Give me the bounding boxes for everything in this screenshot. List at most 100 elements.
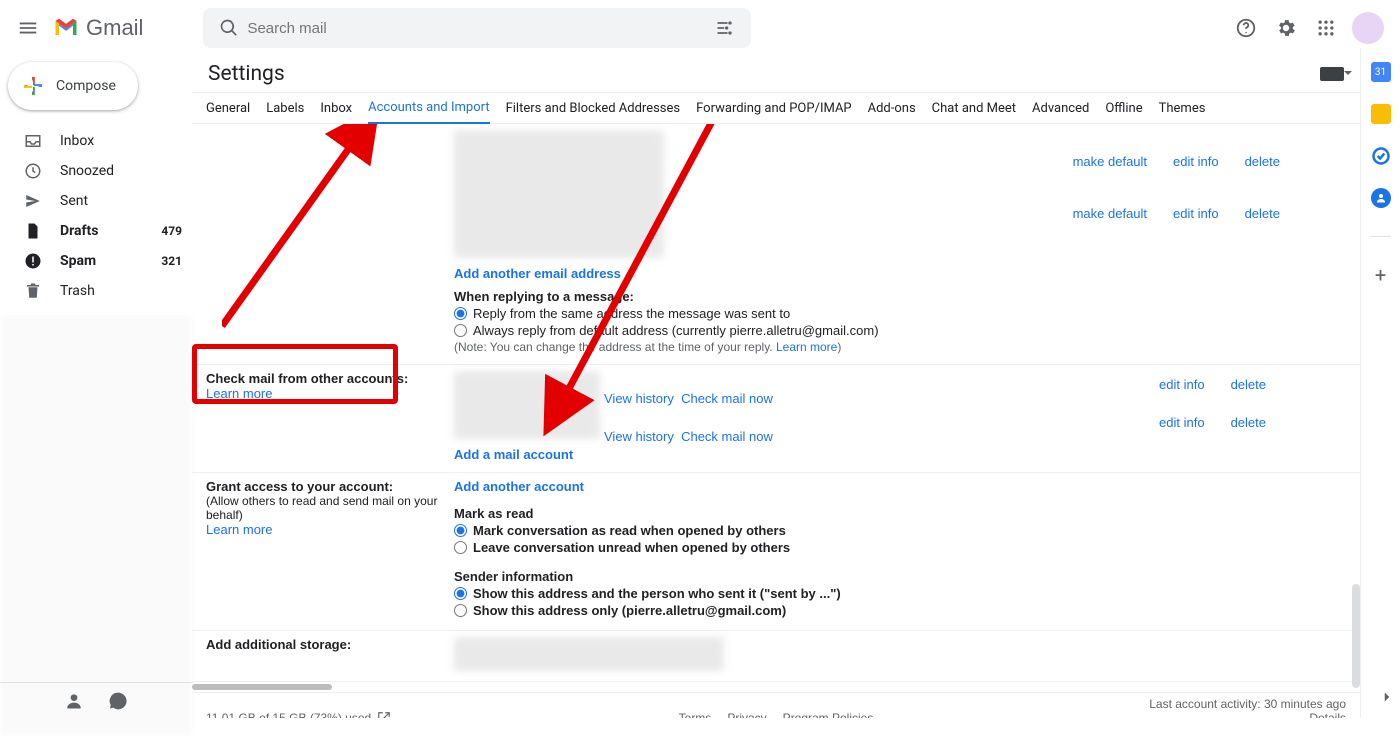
hangouts-person-icon[interactable] — [64, 691, 84, 711]
show-address-only-option[interactable]: Show this address only (pierre.alletru@g… — [454, 603, 1346, 618]
pop-edit-info-link[interactable]: edit info — [1159, 377, 1205, 392]
sidebar-item-inbox[interactable]: Inbox — [0, 126, 192, 156]
bang-icon — [24, 252, 42, 270]
sidebar-item-label: Snoozed — [60, 163, 114, 179]
reply-learn-more-link[interactable]: Learn more — [776, 340, 837, 354]
reply-heading: When replying to a message: — [454, 289, 1346, 304]
sidebar-item-count: 321 — [161, 254, 182, 268]
search-icon[interactable] — [211, 10, 247, 46]
tasks-addon-icon[interactable] — [1371, 146, 1391, 166]
sidebar-item-drafts[interactable]: Drafts479 — [0, 216, 192, 246]
clock-icon — [24, 162, 42, 180]
storage-usage: 11.01 GB of 15 GB (73%) used — [206, 711, 371, 718]
file-icon — [24, 222, 42, 240]
input-tools-toggle[interactable] — [1320, 67, 1344, 81]
support-icon[interactable] — [1228, 10, 1264, 46]
policies-link[interactable]: Program Policies — [783, 711, 874, 718]
checkmail-learn-more-link[interactable]: Learn more — [206, 386, 272, 401]
sidebar-item-trash[interactable]: Trash — [0, 276, 192, 306]
view-history-link-2[interactable]: View history — [604, 429, 674, 444]
mark-as-read-heading: Mark as read — [454, 506, 1346, 521]
storage-content-blurred — [454, 637, 724, 671]
reply-note: (Note: You can change the address at the… — [454, 340, 1346, 354]
add-storage-label: Add additional storage: — [206, 637, 351, 652]
tab-accounts-and-import[interactable]: Accounts and Import — [368, 92, 489, 124]
gmail-logo[interactable]: Gmail — [52, 14, 143, 42]
sidebar-item-count: 479 — [161, 224, 182, 238]
leave-unread-option[interactable]: Leave conversation unread when opened by… — [454, 540, 1346, 555]
vertical-scrollbar[interactable] — [1352, 584, 1360, 688]
page-title: Settings — [208, 62, 285, 86]
tab-chat-and-meet[interactable]: Chat and Meet — [932, 101, 1016, 116]
check-mail-now-link[interactable]: Check mail now — [681, 391, 773, 406]
compose-button[interactable]: Compose — [8, 62, 138, 110]
add-email-address-link[interactable]: Add another email address — [454, 266, 621, 281]
settings-tabs: General Labels Inbox Accounts and Import Fil… — [192, 92, 1360, 124]
tab-filters-and-blocked-addresses[interactable]: Filters and Blocked Addresses — [506, 101, 681, 116]
check-mail-now-link-2[interactable]: Check mail now — [681, 429, 773, 444]
sidebar-item-snoozed[interactable]: Snoozed — [0, 156, 192, 186]
compose-label: Compose — [56, 78, 116, 94]
sender-info-heading: Sender information — [454, 569, 1346, 584]
plus-icon — [22, 75, 44, 97]
sendas-make-default-link[interactable]: make default — [1073, 154, 1147, 169]
tab-add-ons[interactable]: Add-ons — [868, 101, 916, 116]
sendas-delete-link[interactable]: delete — [1245, 154, 1280, 169]
contacts-addon-icon[interactable] — [1371, 188, 1391, 208]
product-name: Gmail — [86, 15, 143, 41]
tab-offline[interactable]: Offline — [1105, 101, 1142, 116]
pop-delete-link[interactable]: delete — [1231, 377, 1266, 392]
inbox-icon — [24, 132, 42, 150]
trash-icon — [24, 282, 42, 300]
apps-grid-icon[interactable] — [1308, 10, 1344, 46]
open-storage-icon[interactable] — [377, 711, 391, 718]
pop-delete-link-2[interactable]: delete — [1231, 415, 1266, 430]
sidebar-item-sent[interactable]: Sent — [0, 186, 192, 216]
sidebar-item-label: Spam — [60, 253, 96, 269]
sidebar-labels-blurred — [0, 316, 192, 736]
sidebar-item-spam[interactable]: Spam 321 — [0, 246, 192, 276]
view-history-link[interactable]: View history — [604, 391, 674, 406]
account-avatar[interactable] — [1352, 12, 1384, 44]
keep-addon-icon[interactable] — [1371, 104, 1391, 124]
search-input[interactable] — [247, 20, 707, 37]
gmail-icon — [52, 14, 80, 42]
tab-general[interactable]: General — [206, 101, 250, 116]
pop-account-blurred — [454, 371, 600, 439]
privacy-link[interactable]: Privacy — [727, 711, 766, 718]
sidebar-item-label: Sent — [60, 193, 88, 209]
checkmail-label: Check mail from other accounts: — [206, 371, 408, 386]
tab-labels[interactable]: Labels — [266, 101, 304, 116]
details-link[interactable]: Details — [1309, 711, 1346, 718]
reply-default-address-option[interactable]: Always reply from default address (curre… — [454, 323, 1346, 338]
tab-inbox[interactable]: Inbox — [320, 101, 352, 116]
horizontal-scrollbar[interactable] — [192, 682, 1360, 692]
terms-link[interactable]: Terms — [679, 711, 712, 718]
sendas-edit-info-link[interactable]: edit info — [1173, 154, 1219, 169]
get-addons-button[interactable]: + — [1375, 265, 1386, 285]
search-bar[interactable] — [203, 8, 751, 48]
send-icon — [24, 192, 42, 210]
add-another-account-link[interactable]: Add another account — [454, 479, 584, 494]
sendas-delete-link-2[interactable]: delete — [1245, 206, 1280, 221]
sendas-make-default-link-2[interactable]: make default — [1073, 206, 1147, 221]
sendas-edit-info-link-2[interactable]: edit info — [1173, 206, 1219, 221]
main-menu-button[interactable] — [8, 8, 48, 48]
grant-access-label: Grant access to your account: — [206, 479, 393, 494]
settings-gear-icon[interactable] — [1268, 10, 1304, 46]
search-options-icon[interactable] — [707, 10, 743, 46]
hangouts-chat-icon[interactable] — [108, 691, 128, 711]
reply-same-address-option[interactable]: Reply from the same address the message … — [454, 306, 1346, 321]
add-mail-account-link[interactable]: Add a mail account — [454, 447, 573, 462]
show-sent-by-option[interactable]: Show this address and the person who sen… — [454, 586, 1346, 601]
sidebar-item-label: Trash — [60, 283, 95, 299]
pop-edit-info-link-2[interactable]: edit info — [1159, 415, 1205, 430]
calendar-addon-icon[interactable]: 31 — [1371, 62, 1391, 82]
tab-themes[interactable]: Themes — [1159, 101, 1206, 116]
tab-advanced[interactable]: Advanced — [1032, 101, 1089, 116]
grant-learn-more-link[interactable]: Learn more — [206, 522, 272, 537]
collapse-sidepanel-icon[interactable] — [1378, 688, 1396, 710]
tab-forwarding-and-pop-imap[interactable]: Forwarding and POP/IMAP — [696, 101, 852, 116]
grant-access-sublabel: (Allow others to read and send mail on y… — [206, 494, 454, 522]
mark-read-option[interactable]: Mark conversation as read when opened by… — [454, 523, 1346, 538]
